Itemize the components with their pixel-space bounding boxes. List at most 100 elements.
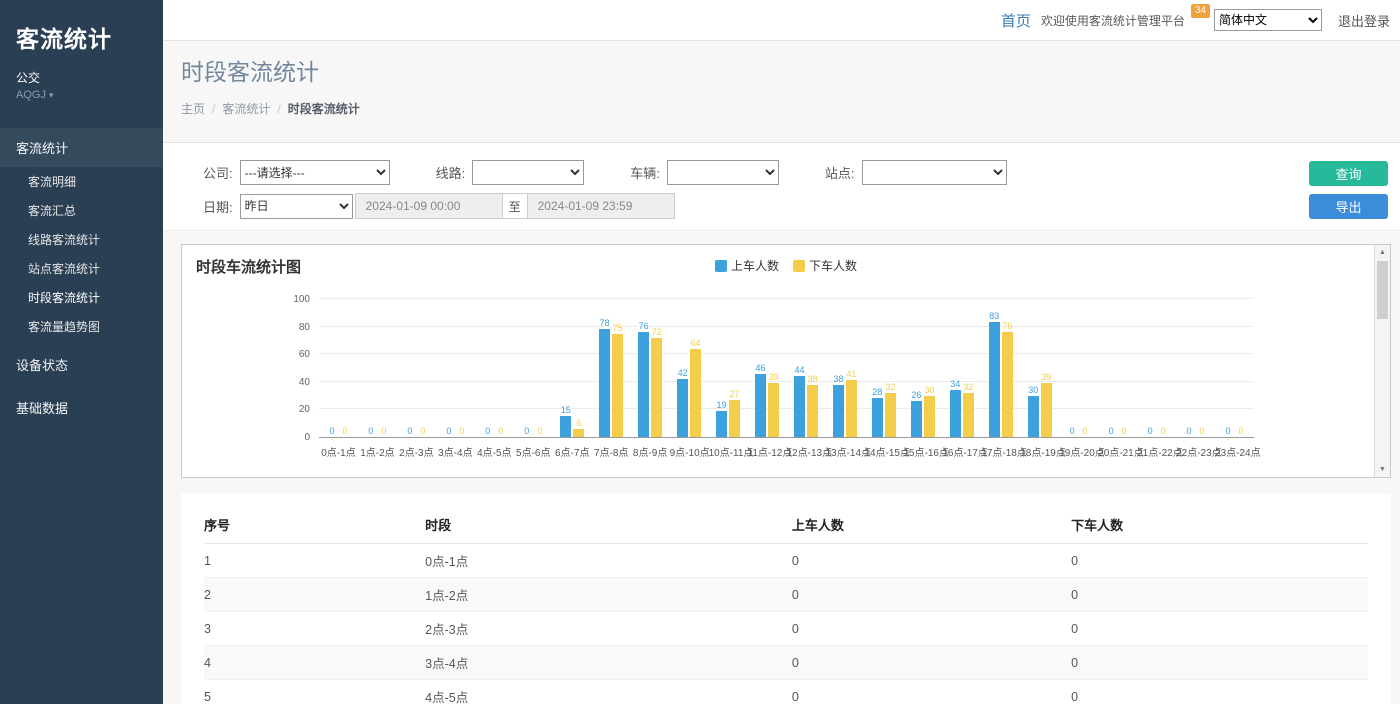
legend-item[interactable]: 下车人数: [793, 257, 857, 274]
query-button[interactable]: 查询: [1309, 161, 1388, 186]
bar-stack: 39: [1041, 372, 1052, 437]
bar: [1041, 383, 1052, 437]
logout-link[interactable]: 退出登录: [1338, 11, 1390, 30]
bar-value-label: 42: [678, 368, 688, 378]
table-cell: 0点-1点: [425, 544, 792, 578]
org-label: 公交: [0, 69, 163, 86]
breadcrumb: 主页/客流统计/时段客流统计: [181, 100, 1400, 142]
sidebar-section-2[interactable]: 设备状态: [0, 345, 163, 384]
date-start-input[interactable]: [355, 193, 503, 219]
table-cell: 0: [1071, 578, 1368, 612]
bar-stack: 27: [729, 389, 740, 437]
company-filter: 公司: ---请选择---: [203, 160, 390, 185]
table-cell: 0: [1071, 680, 1368, 704]
bar-value-label: 75: [613, 323, 623, 333]
table-cell: 0: [1071, 612, 1368, 646]
company-select[interactable]: ---请选择---: [240, 160, 390, 185]
bar-group: 2630: [903, 299, 942, 437]
sidebar-item[interactable]: 客流明细: [0, 167, 163, 196]
bar-stack: 39: [768, 372, 779, 437]
bar-stack: 44: [794, 365, 805, 437]
bar-value-label: 64: [691, 338, 701, 348]
chart-card: 时段车流统计图 上车人数下车人数 02040608010000000000000…: [181, 244, 1391, 478]
x-axis-label: 21点-22点: [1137, 444, 1176, 459]
x-axis-label: 6点-7点: [553, 444, 592, 459]
data-table: 序号时段上车人数下车人数 10点-1点0021点-2点0032点-3点0043点…: [204, 506, 1368, 704]
bar-value-label: 6: [576, 418, 581, 428]
chart-xlabels: 0点-1点1点-2点2点-3点3点-4点4点-5点5点-6点6点-7点7点-8点…: [319, 444, 1254, 458]
bar-stack: 28: [872, 387, 883, 437]
bar-value-label: 0: [420, 426, 425, 436]
x-axis-label: 17点-18点: [981, 444, 1020, 459]
bar-value-label: 32: [963, 382, 973, 392]
bar: [924, 396, 935, 437]
table-cell: 3点-4点: [425, 646, 792, 680]
date-preset-select[interactable]: 昨日: [240, 194, 353, 219]
table-cell: 4: [204, 646, 425, 680]
bar-group: 4438: [787, 299, 826, 437]
bar-value-label: 34: [950, 379, 960, 389]
bar: [885, 393, 896, 437]
bar-stack: 0: [417, 426, 428, 437]
date-range: 至: [355, 193, 675, 219]
bar-value-label: 39: [768, 372, 778, 382]
sidebar-section-1[interactable]: 客流统计: [0, 128, 163, 167]
bar-stack: 15: [560, 405, 571, 437]
bar-group: 7875: [592, 299, 631, 437]
station-label: 站点:: [825, 163, 855, 182]
bar-group: 00: [514, 299, 553, 437]
bar-value-label: 76: [1002, 321, 1012, 331]
date-end-input[interactable]: [527, 193, 675, 219]
bar-group: 00: [319, 299, 358, 437]
bar: [716, 411, 727, 437]
notification-badge[interactable]: 34: [1191, 4, 1210, 18]
bar-group: 3841: [825, 299, 864, 437]
bar-group: 00: [1176, 299, 1215, 437]
bar-value-label: 27: [730, 389, 740, 399]
bar-stack: 6: [573, 418, 584, 437]
station-select[interactable]: [862, 160, 1007, 185]
user-dropdown[interactable]: AQGJ▾: [0, 86, 163, 104]
chart-scrollbar[interactable]: ▲ ▼: [1374, 245, 1390, 477]
x-axis-label: 4点-5点: [475, 444, 514, 459]
bar-value-label: 0: [1200, 426, 1205, 436]
column-header: 时段: [425, 506, 792, 544]
breadcrumb-item[interactable]: 客流统计: [222, 102, 270, 116]
line-select[interactable]: [472, 160, 584, 185]
scroll-up-icon[interactable]: ▲: [1375, 245, 1390, 260]
bar-stack: 32: [885, 382, 896, 437]
bar-stack: 0: [456, 426, 467, 437]
sidebar-item[interactable]: 客流量趋势图: [0, 312, 163, 341]
bar-value-label: 0: [381, 426, 386, 436]
bar-stack: 0: [1223, 426, 1234, 437]
sidebar-item[interactable]: 客流汇总: [0, 196, 163, 225]
bar-value-label: 0: [368, 426, 373, 436]
sidebar-item[interactable]: 时段客流统计: [0, 283, 163, 312]
bar-value-label: 76: [639, 321, 649, 331]
bar-value-label: 0: [1070, 426, 1075, 436]
bar-group: 7672: [631, 299, 670, 437]
bar-group: 00: [1215, 299, 1254, 437]
sidebar-item[interactable]: 线路客流统计: [0, 225, 163, 254]
bar-value-label: 0: [1238, 426, 1243, 436]
scroll-down-icon[interactable]: ▼: [1375, 462, 1390, 477]
export-button[interactable]: 导出: [1309, 194, 1388, 219]
vehicle-select[interactable]: [667, 160, 779, 185]
y-axis-tick-label: 40: [299, 377, 310, 388]
language-select[interactable]: 简体中文: [1214, 9, 1322, 31]
bar: [989, 322, 1000, 437]
scroll-thumb[interactable]: [1377, 261, 1388, 319]
sidebar-item[interactable]: 站点客流统计: [0, 254, 163, 283]
bar-stack: 0: [495, 426, 506, 437]
x-axis-label: 22点-23点: [1176, 444, 1215, 459]
bar-value-label: 0: [1122, 426, 1127, 436]
bar-value-label: 72: [652, 327, 662, 337]
legend-item[interactable]: 上车人数: [715, 257, 779, 274]
bar-value-label: 0: [524, 426, 529, 436]
sidebar-section-3[interactable]: 基础数据: [0, 388, 163, 427]
table-cell: 3: [204, 612, 425, 646]
home-link[interactable]: 首页: [1001, 10, 1031, 31]
bar-value-label: 39: [1041, 372, 1051, 382]
main-column: 首页 欢迎使用客流统计管理平台 34 简体中文 退出登录 时段客流统计 主页/客…: [163, 0, 1400, 704]
breadcrumb-item[interactable]: 主页: [181, 102, 205, 116]
